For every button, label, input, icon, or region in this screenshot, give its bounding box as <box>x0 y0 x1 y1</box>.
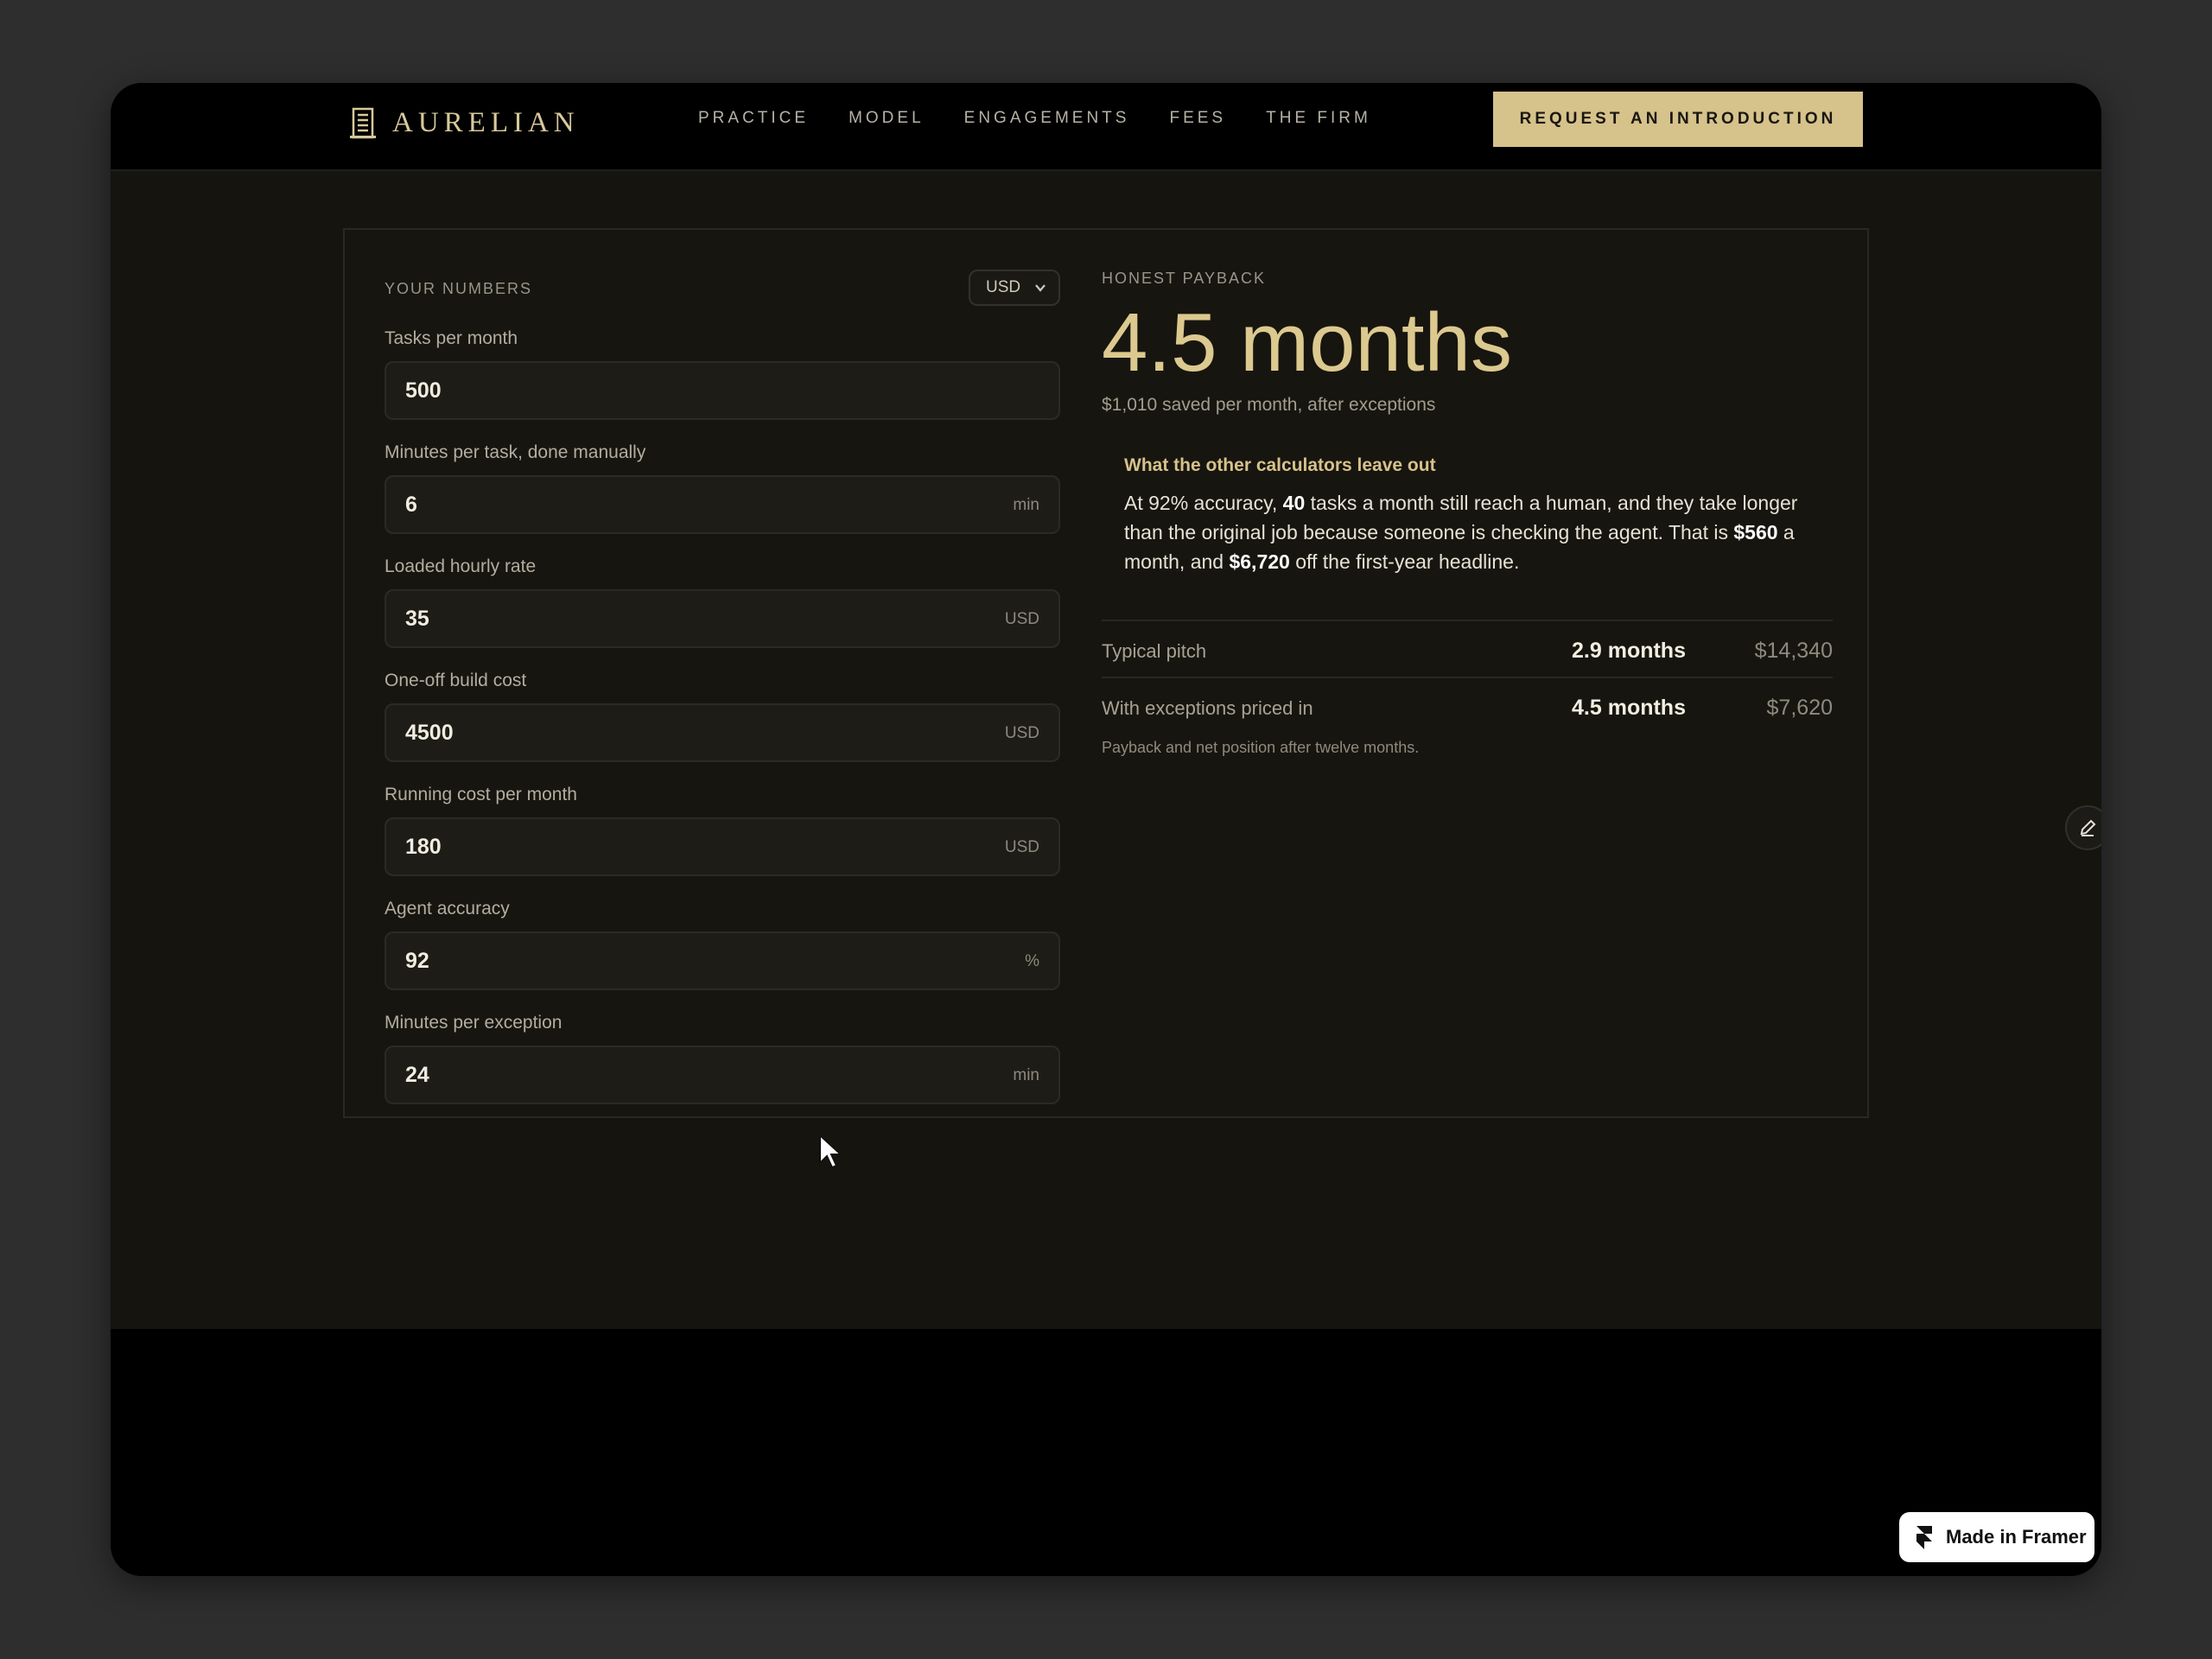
badge-label: Made in Framer <box>1946 1526 2087 1548</box>
top-nav: AURELIAN PRACTICE MODEL ENGAGEMENTS FEES… <box>111 83 2101 171</box>
field-label: Loaded hourly rate <box>385 556 537 576</box>
currency-value: USD <box>986 278 1021 296</box>
running-cost-input[interactable]: 180 USD <box>385 817 1060 876</box>
comparison-note: Payback and net position after twelve mo… <box>1102 739 1420 756</box>
field-agent-accuracy: Agent accuracy 92 % <box>385 899 1060 990</box>
nav-link-engagements[interactable]: ENGAGEMENTS <box>964 109 1130 128</box>
field-label: Tasks per month <box>385 328 518 348</box>
mouse-cursor-icon <box>819 1134 843 1169</box>
field-running-cost: Running cost per month 180 USD <box>385 785 1060 876</box>
field-label: Minutes per task, done manually <box>385 442 646 462</box>
payback-subtext: $1,010 saved per month, after exceptions <box>1102 395 1436 415</box>
comparison-months: 4.5 months <box>1572 696 1686 720</box>
field-minutes-per-exception: Minutes per exception 24 min <box>385 1013 1060 1104</box>
calculator-section: YOUR NUMBERS USD Tasks per month 500 Min… <box>111 171 2101 1329</box>
callout-text: At 92% accuracy, <box>1124 492 1283 514</box>
callout-body: At 92% accuracy, 40 tasks a month still … <box>1124 488 1798 576</box>
comparison-table: Typical pitch 2.9 months $14,340 With ex… <box>1102 620 1833 735</box>
tasks-per-month-input[interactable]: 500 <box>385 361 1060 420</box>
request-introduction-button[interactable]: REQUEST AN INTRODUCTION <box>1493 92 1863 147</box>
comparison-months: 2.9 months <box>1572 639 1686 663</box>
browser-window: AURELIAN PRACTICE MODEL ENGAGEMENTS FEES… <box>111 83 2101 1576</box>
field-value: 35 <box>405 607 429 631</box>
field-value: 92 <box>405 949 429 973</box>
building-icon <box>350 107 376 139</box>
field-label: Minutes per exception <box>385 1013 563 1033</box>
field-value: 6 <box>405 493 417 517</box>
callout-emphasis: $6,720 <box>1229 550 1290 573</box>
comparison-label: Typical pitch <box>1102 640 1207 662</box>
callout-emphasis: $560 <box>1733 521 1778 543</box>
payback-value: 4.5 months <box>1102 296 1512 389</box>
minutes-per-exception-input[interactable]: 24 min <box>385 1046 1060 1104</box>
minutes-per-task-input[interactable]: 6 min <box>385 475 1060 534</box>
comparison-value: $7,620 <box>1766 696 1833 720</box>
footer-band <box>111 1329 2101 1576</box>
field-value: 4500 <box>405 721 454 745</box>
field-label: Running cost per month <box>385 785 577 804</box>
field-value: 24 <box>405 1063 429 1087</box>
callout-emphasis: 40 <box>1282 492 1306 514</box>
callout-text: off the first-year headline. <box>1289 550 1520 573</box>
field-value: 500 <box>405 378 442 403</box>
inputs-heading: YOUR NUMBERS <box>385 280 533 297</box>
agent-accuracy-input[interactable]: 92 % <box>385 931 1060 990</box>
brand-logo[interactable]: AURELIAN <box>349 104 580 142</box>
nav-link-practice[interactable]: PRACTICE <box>698 109 809 128</box>
framer-logo-icon <box>1916 1526 1932 1549</box>
pencil-icon <box>2080 819 2096 836</box>
comparison-row: With exceptions priced in 4.5 months $7,… <box>1102 678 1833 735</box>
comparison-label: With exceptions priced in <box>1102 697 1313 719</box>
field-minutes-per-task: Minutes per task, done manually 6 min <box>385 442 1060 534</box>
field-unit: USD <box>1004 610 1039 628</box>
field-tasks-per-month: Tasks per month 500 <box>385 328 1060 420</box>
field-hourly-rate: Loaded hourly rate 35 USD <box>385 556 1060 648</box>
field-unit: min <box>1013 496 1039 514</box>
callout: What the other calculators leave out At … <box>1102 455 1833 576</box>
nav-link-the-firm[interactable]: THE FIRM <box>1266 109 1371 128</box>
inputs-column: YOUR NUMBERS USD Tasks per month 500 Min… <box>385 270 1060 1104</box>
nav-link-model[interactable]: MODEL <box>849 109 925 128</box>
field-unit: USD <box>1004 724 1039 742</box>
currency-select[interactable]: USD <box>969 270 1060 306</box>
field-unit: USD <box>1004 838 1039 856</box>
payback-label: HONEST PAYBACK <box>1102 270 1267 287</box>
field-unit: min <box>1013 1066 1039 1084</box>
field-label: Agent accuracy <box>385 899 510 918</box>
field-unit: % <box>1025 952 1039 970</box>
field-value: 180 <box>405 835 442 859</box>
nav-link-fees[interactable]: FEES <box>1169 109 1226 128</box>
hourly-rate-input[interactable]: 35 USD <box>385 589 1060 648</box>
nav-links: PRACTICE MODEL ENGAGEMENTS FEES THE FIRM <box>698 83 1371 154</box>
comparison-value: $14,340 <box>1754 639 1833 663</box>
callout-title: What the other calculators leave out <box>1124 455 1436 475</box>
results-column: HONEST PAYBACK 4.5 months $1,010 saved p… <box>1102 270 1833 757</box>
chevron-down-icon <box>1035 284 1046 292</box>
build-cost-input[interactable]: 4500 USD <box>385 703 1060 762</box>
field-build-cost: One-off build cost 4500 USD <box>385 671 1060 762</box>
calculator-card: YOUR NUMBERS USD Tasks per month 500 Min… <box>343 228 1869 1118</box>
comparison-row: Typical pitch 2.9 months $14,340 <box>1102 621 1833 678</box>
field-label: One-off build cost <box>385 671 527 690</box>
brand-name: AURELIAN <box>392 106 580 138</box>
made-in-framer-badge[interactable]: Made in Framer <box>1899 1512 2094 1562</box>
